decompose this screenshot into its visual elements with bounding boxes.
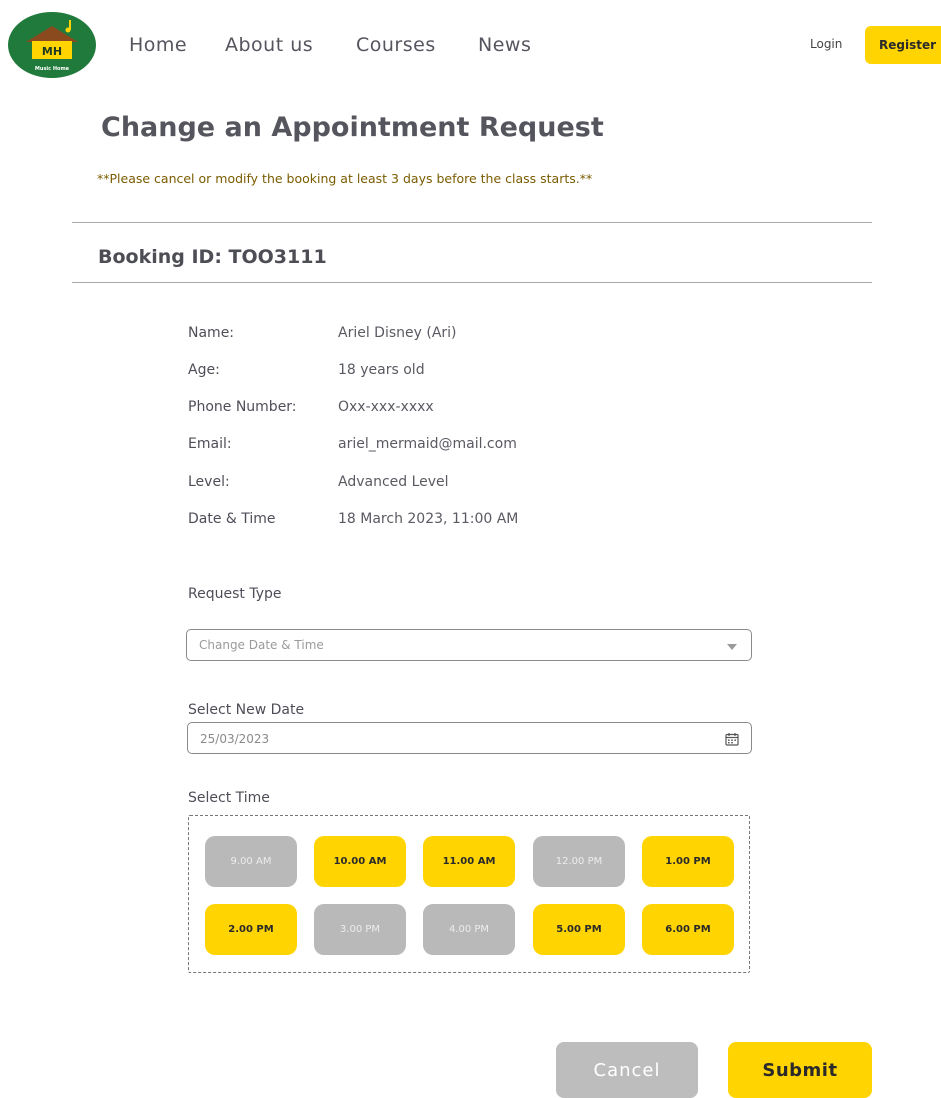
- detail-value-email: ariel_mermaid@mail.com: [338, 436, 517, 452]
- time-slot-6pm[interactable]: 6.00 PM: [642, 904, 734, 955]
- time-slot-2pm[interactable]: 2.00 PM: [205, 904, 297, 955]
- time-slot-4pm[interactable]: 4.00 PM: [423, 904, 515, 955]
- register-button[interactable]: Register: [865, 26, 941, 64]
- time-slot-5pm[interactable]: 5.00 PM: [533, 904, 625, 955]
- select-time-label: Select Time: [188, 790, 270, 806]
- detail-label-email: Email:: [188, 436, 232, 452]
- divider-bottom: [72, 282, 872, 283]
- time-slot-10am[interactable]: 10.00 AM: [314, 836, 406, 887]
- time-slot-9am[interactable]: 9.00 AM: [205, 836, 297, 887]
- time-slot-1pm[interactable]: 1.00 PM: [642, 836, 734, 887]
- cancellation-notice: **Please cancel or modify the booking at…: [97, 171, 593, 186]
- detail-label-datetime: Date & Time: [188, 511, 276, 527]
- detail-value-name: Ariel Disney (Ari): [338, 325, 457, 341]
- nav-about-us[interactable]: About us: [225, 34, 313, 56]
- booking-id: Booking ID: TOO3111: [98, 246, 327, 268]
- request-type-value: Change Date & Time: [199, 638, 324, 652]
- time-slot-3pm[interactable]: 3.00 PM: [314, 904, 406, 955]
- new-date-input[interactable]: 25/03/2023: [187, 722, 752, 754]
- logo[interactable]: MH Music Home: [8, 12, 96, 78]
- logo-text: MH: [42, 45, 62, 58]
- cancel-button[interactable]: Cancel: [556, 1042, 698, 1098]
- page-title: Change an Appointment Request: [101, 112, 604, 143]
- nav-courses[interactable]: Courses: [356, 34, 436, 56]
- nav-home[interactable]: Home: [129, 34, 187, 56]
- detail-value-phone: Oxx-xxx-xxxx: [338, 399, 434, 415]
- chevron-down-icon: [727, 644, 737, 650]
- detail-value-age: 18 years old: [338, 362, 425, 378]
- detail-label-phone: Phone Number:: [188, 399, 297, 415]
- nav-news[interactable]: News: [478, 34, 531, 56]
- detail-label-age: Age:: [188, 362, 220, 378]
- request-type-select[interactable]: Change Date & Time: [186, 629, 752, 661]
- time-slot-11am[interactable]: 11.00 AM: [423, 836, 515, 887]
- new-date-label: Select New Date: [188, 702, 305, 718]
- detail-value-datetime: 18 March 2023, 11:00 AM: [338, 511, 519, 527]
- submit-button[interactable]: Submit: [728, 1042, 872, 1098]
- new-date-value: 25/03/2023: [200, 732, 270, 746]
- calendar-icon[interactable]: [725, 731, 739, 746]
- time-slot-12pm[interactable]: 12.00 PM: [533, 836, 625, 887]
- login-link[interactable]: Login: [810, 37, 842, 51]
- detail-label-name: Name:: [188, 325, 235, 341]
- divider-top: [72, 222, 872, 223]
- request-type-label: Request Type: [188, 586, 282, 602]
- detail-value-level: Advanced Level: [338, 474, 449, 490]
- detail-label-level: Level:: [188, 474, 230, 490]
- logo-subtext: Music Home: [35, 66, 70, 72]
